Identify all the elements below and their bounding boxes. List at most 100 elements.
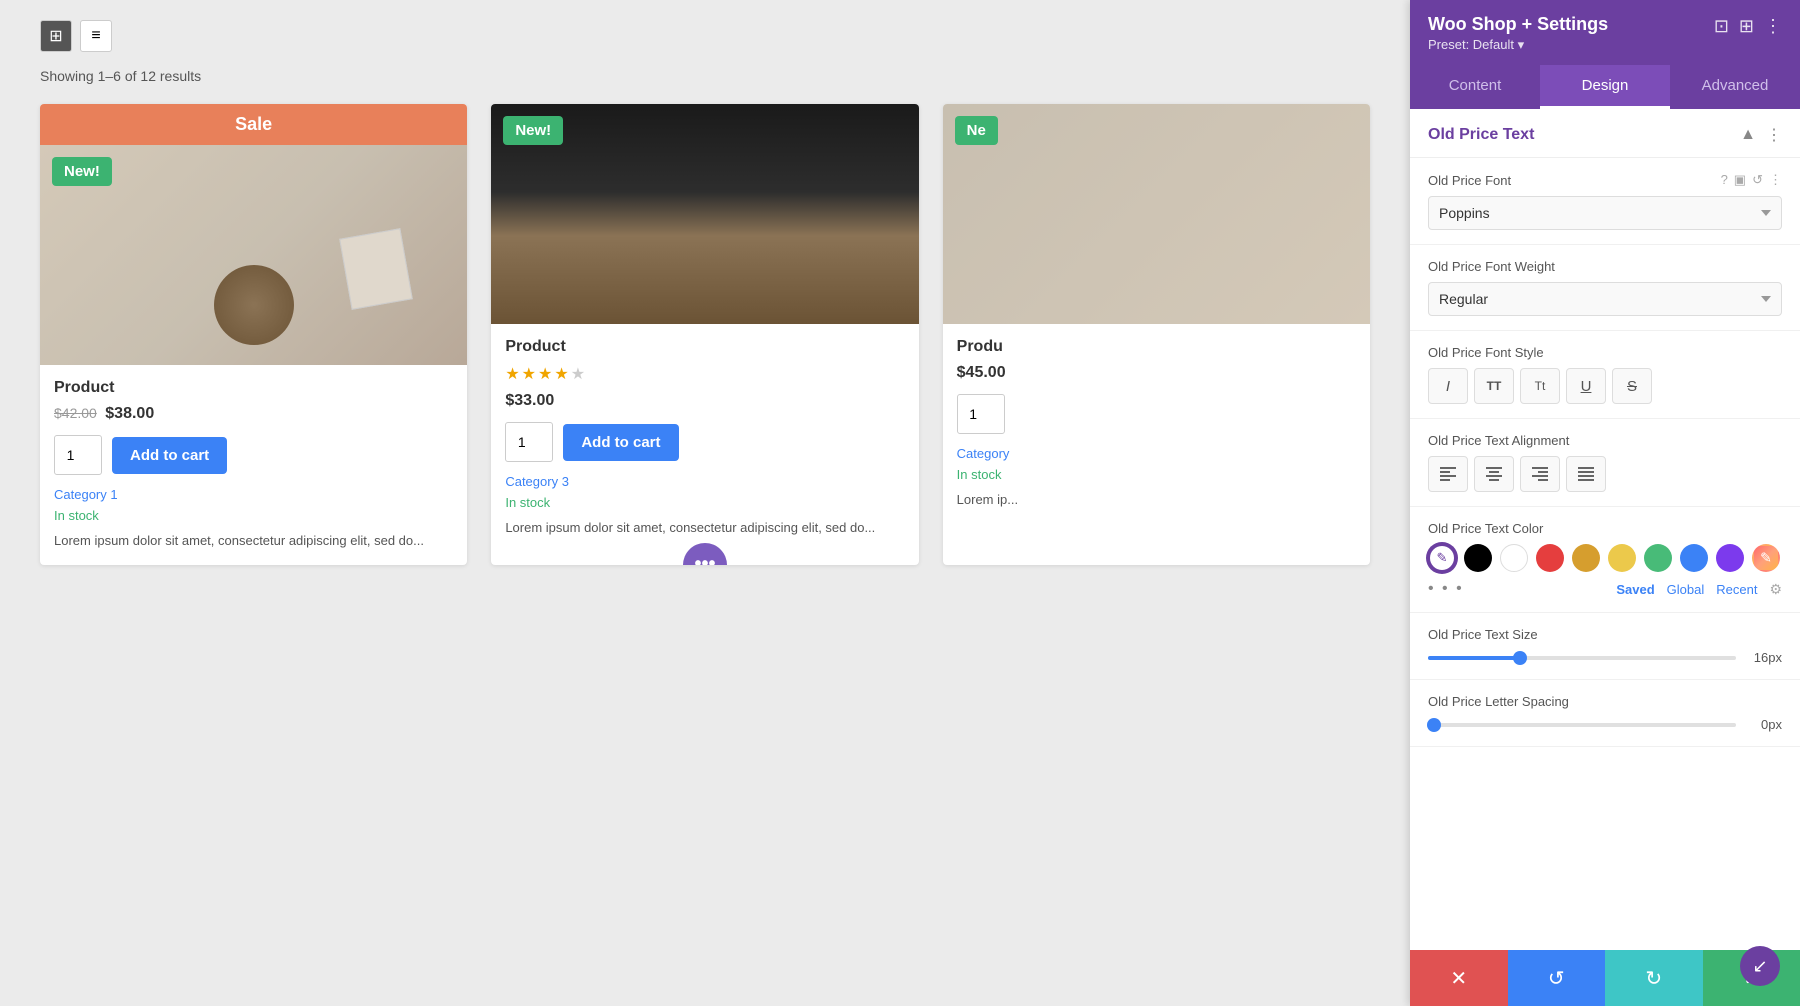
new-badge: New! (52, 157, 112, 186)
color-green[interactable] (1644, 544, 1672, 572)
stock-status: In stock (54, 508, 453, 523)
alignment-buttons (1428, 456, 1782, 492)
color-red[interactable] (1536, 544, 1564, 572)
star-4: ★ (554, 364, 568, 384)
toolbar: ⊞ ≡ (40, 20, 1370, 52)
font-select[interactable]: Poppins (1428, 196, 1782, 230)
single-price: $45.00 (957, 364, 1006, 381)
size-slider-track[interactable] (1428, 656, 1736, 660)
italic-button[interactable]: I (1428, 368, 1468, 404)
product-card: New! Product ★ ★ ★ ★ ★ $33.00 Add to car… (491, 104, 918, 565)
capitalize-button[interactable]: Tt (1520, 368, 1560, 404)
panel-title: Woo Shop + Settings (1428, 14, 1608, 35)
product-description: Lorem ipsum dolor sit amet, consectetur … (54, 531, 453, 551)
letter-spacing-slider-row: 0px (1428, 717, 1782, 732)
color-dots[interactable]: • • • (1428, 580, 1464, 598)
old-price: $42.00 (54, 405, 97, 421)
products-grid: Sale New! Product $42.00 $38.00 Add to c… (40, 104, 1370, 565)
color-yellow[interactable] (1608, 544, 1636, 572)
alignment-label: Old Price Text Alignment (1428, 433, 1782, 448)
tab-content[interactable]: Content (1410, 65, 1540, 109)
reset-icon[interactable]: ↺ (1752, 172, 1763, 188)
sale-banner: Sale (40, 104, 467, 145)
strikethrough-button[interactable]: S (1612, 368, 1652, 404)
panel-preset[interactable]: Preset: Default ▾ (1428, 37, 1608, 53)
section-header-icons: ▲ ⋮ (1740, 125, 1782, 145)
tab-advanced[interactable]: Advanced (1670, 65, 1800, 109)
star-1: ★ (505, 364, 519, 384)
letter-spacing-track[interactable] (1428, 723, 1736, 727)
product-name: Produ (957, 338, 1356, 356)
star-2: ★ (522, 364, 536, 384)
category-link[interactable]: Category 3 (505, 474, 904, 489)
color-blue[interactable] (1680, 544, 1708, 572)
text-alignment-setting: Old Price Text Alignment (1410, 419, 1800, 507)
star-5: ★ (571, 364, 585, 384)
panel-body: Old Price Text ▲ ⋮ Old Price Font ? ▣ ↺ … (1410, 109, 1800, 950)
category-link[interactable]: Category 1 (54, 487, 453, 502)
tab-design[interactable]: Design (1540, 65, 1670, 109)
letter-spacing-label: Old Price Letter Spacing (1428, 694, 1782, 709)
font-weight-select[interactable]: Regular (1428, 282, 1782, 316)
uppercase-button[interactable]: TT (1474, 368, 1514, 404)
font-weight-label: Old Price Font Weight (1428, 259, 1782, 274)
size-slider-row: 16px (1428, 650, 1782, 665)
add-to-cart-row (957, 394, 1356, 434)
collapse-icon[interactable]: ▲ (1740, 126, 1756, 144)
color-custom[interactable]: ✎ (1752, 544, 1780, 572)
quantity-input[interactable] (54, 435, 102, 475)
section-title: Old Price Text (1428, 126, 1534, 144)
color-meta-row: • • • Saved Global Recent ⚙ (1428, 580, 1782, 598)
underline-button[interactable]: U (1566, 368, 1606, 404)
panel-header: Woo Shop + Settings Preset: Default ▾ ⊡ … (1410, 0, 1800, 65)
responsive-icon[interactable]: ⊡ (1714, 16, 1729, 37)
corner-icon[interactable]: ↙ (1740, 946, 1780, 986)
color-settings-icon[interactable]: ⚙ (1769, 581, 1782, 598)
cancel-button[interactable]: ✕ (1410, 950, 1508, 1006)
section-more-icon[interactable]: ⋮ (1766, 125, 1782, 145)
category-link[interactable]: Category (957, 446, 1356, 461)
align-left-button[interactable] (1428, 456, 1468, 492)
product-description: Lorem ipsum dolor sit amet, consectetur … (505, 518, 904, 538)
product-name: Product (505, 338, 904, 356)
color-white[interactable] (1500, 544, 1528, 572)
add-to-cart-button[interactable]: Add to cart (563, 424, 678, 461)
letter-spacing-thumb[interactable] (1427, 718, 1441, 732)
color-orange[interactable] (1572, 544, 1600, 572)
single-price: $33.00 (505, 392, 554, 409)
add-to-cart-row: Add to cart (54, 435, 453, 475)
align-right-button[interactable] (1520, 456, 1560, 492)
price-row: $45.00 (957, 364, 1356, 382)
letter-spacing-setting: Old Price Letter Spacing 0px (1410, 680, 1800, 747)
color-purple[interactable] (1716, 544, 1744, 572)
align-justify-button[interactable] (1566, 456, 1606, 492)
global-colors-tab[interactable]: Global (1667, 582, 1705, 597)
stock-status: In stock (957, 467, 1356, 482)
panel-header-icons: ⊡ ⊞ ⋮ (1714, 16, 1782, 37)
stock-status: In stock (505, 495, 904, 510)
add-to-cart-row: Add to cart (505, 422, 904, 462)
redo-button[interactable]: ↻ (1605, 950, 1703, 1006)
help-icon[interactable]: ? (1721, 172, 1728, 188)
font-style-setting: Old Price Font Style I TT Tt U S (1410, 331, 1800, 419)
recent-colors-tab[interactable]: Recent (1716, 582, 1757, 597)
device-icon[interactable]: ▣ (1734, 172, 1746, 188)
undo-button[interactable]: ↺ (1508, 950, 1606, 1006)
size-slider-thumb[interactable] (1513, 651, 1527, 665)
quantity-input[interactable] (957, 394, 1005, 434)
product-name: Product (54, 379, 453, 397)
style-buttons: I TT Tt U S (1428, 368, 1782, 404)
list-view-button[interactable]: ≡ (80, 20, 112, 52)
more-options-icon[interactable]: ⋮ (1769, 172, 1782, 188)
quantity-input[interactable] (505, 422, 553, 462)
letter-spacing-value: 0px (1746, 717, 1782, 732)
color-picker-button[interactable]: ✎ (1428, 544, 1456, 572)
more-icon[interactable]: ⋮ (1764, 16, 1782, 37)
saved-colors-tab[interactable]: Saved (1616, 582, 1654, 597)
grid-view-button[interactable]: ⊞ (40, 20, 72, 52)
new-badge: Ne (955, 116, 998, 145)
add-to-cart-button[interactable]: Add to cart (112, 437, 227, 474)
color-black[interactable] (1464, 544, 1492, 572)
columns-icon[interactable]: ⊞ (1739, 16, 1754, 37)
align-center-button[interactable] (1474, 456, 1514, 492)
